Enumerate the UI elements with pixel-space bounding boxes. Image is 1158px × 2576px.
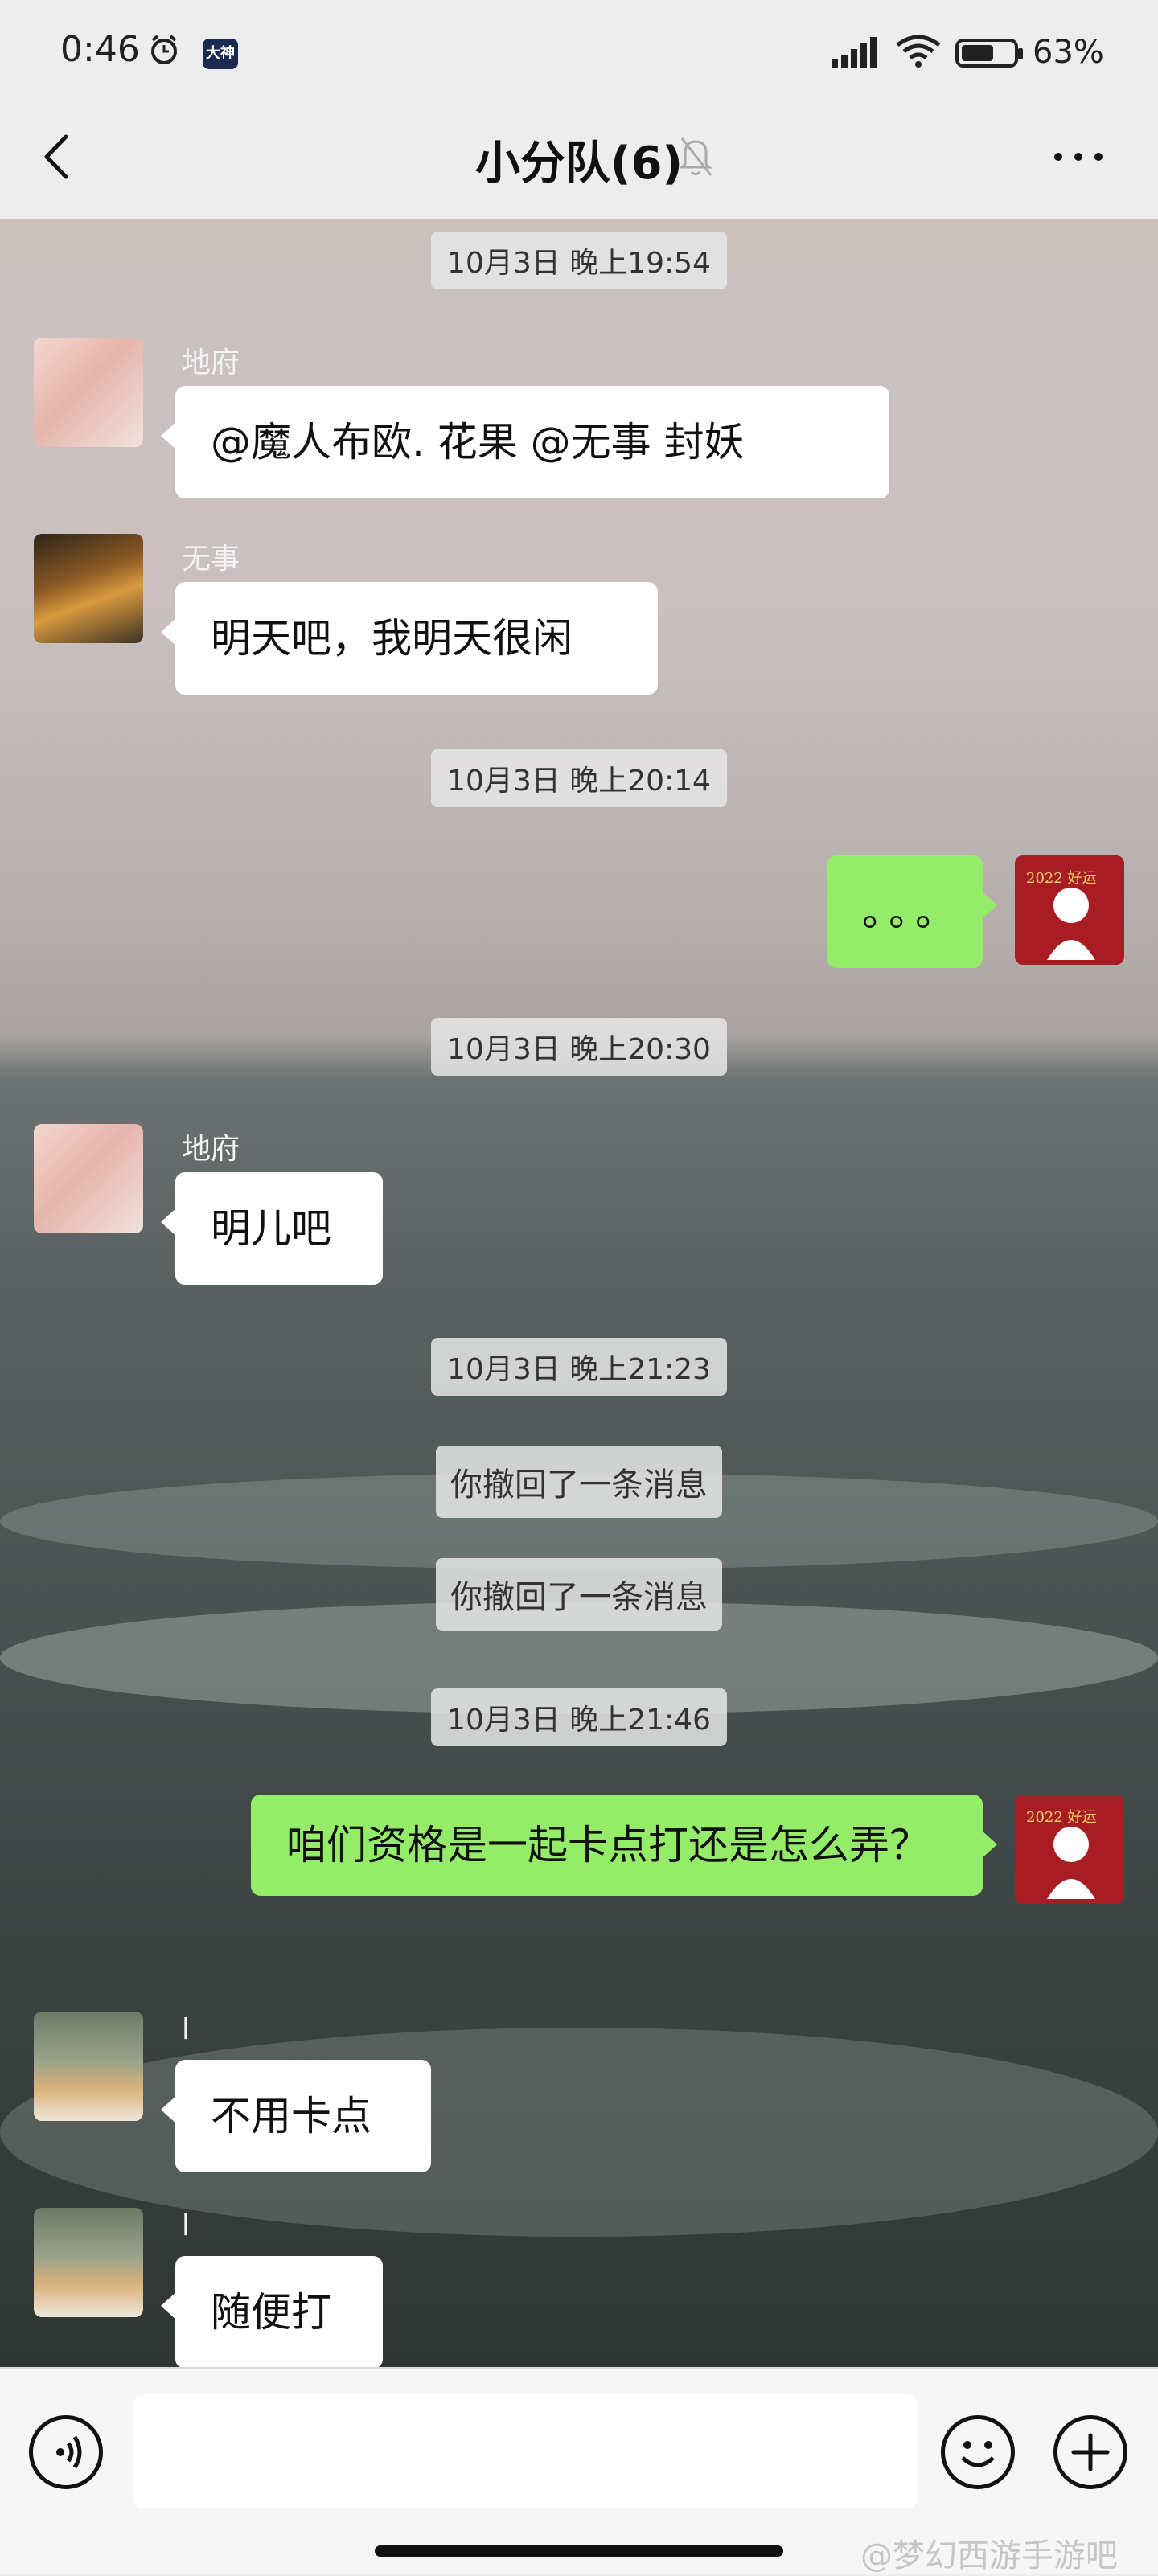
emoji-button[interactable]: [941, 2415, 1015, 2489]
status-bar: 0:46 大神 63%: [0, 0, 1158, 105]
message-input[interactable]: [133, 2394, 917, 2508]
battery-icon: [955, 39, 1023, 68]
more-actions-button[interactable]: [1053, 2415, 1127, 2489]
chat-messages[interactable]: 10月3日 晚上19:54 地府 @魔人布欧. 花果 @无事 封妖 无事 明天吧…: [0, 219, 1158, 2367]
sender-name: 地府: [182, 347, 240, 379]
chat-title: 小分队(6): [474, 137, 684, 190]
signal-icon: [832, 37, 877, 68]
sender-name: l: [182, 2013, 191, 2046]
avatar-difu[interactable]: [34, 1124, 143, 1233]
background-wave: [0, 2028, 1158, 2237]
message-bubble[interactable]: 随便打: [161, 2256, 383, 2367]
sender-name: l: [182, 2209, 191, 2242]
timestamp: 10月3日 晚上21:23: [0, 1338, 1158, 1396]
smiley-icon: [961, 2441, 995, 2467]
avatar-figure-icon: [1047, 888, 1095, 960]
more-options-icon[interactable]: [1050, 137, 1107, 177]
watermark: @梦幻西游手游吧: [860, 2537, 1118, 2574]
alarm-icon: [151, 35, 177, 64]
voice-input-button[interactable]: [29, 2415, 103, 2489]
message-bubble[interactable]: 明儿吧: [161, 1172, 383, 1285]
avatar-figure-icon: [1047, 1827, 1095, 1899]
avatar-wushi[interactable]: [34, 534, 143, 643]
timestamp: 10月3日 晚上21:46: [0, 1688, 1158, 1746]
chat-title-wrap: 小分队(6): [0, 127, 1158, 192]
avatar-l[interactable]: [34, 2012, 143, 2121]
app-badge-icon: 大神: [203, 39, 238, 69]
voice-wave-icon: [56, 2435, 82, 2469]
message-bubble[interactable]: @魔人布欧. 花果 @无事 封妖: [161, 386, 889, 498]
message-bubble[interactable]: 咱们资格是一起卡点打还是怎么弄？: [251, 1795, 997, 1896]
avatar-self[interactable]: 2022 好运: [1015, 855, 1124, 965]
timestamp: 10月3日 晚上20:14: [0, 749, 1158, 807]
avatar-self[interactable]: 2022 好运: [1015, 1795, 1124, 1904]
battery-percent: 63%: [1033, 34, 1104, 71]
status-time: 0:46: [60, 29, 140, 70]
chat-header: 小分队(6): [0, 105, 1158, 219]
recall-notice: 你撤回了一条消息: [0, 1446, 1158, 1518]
sender-name: 地府: [182, 1133, 240, 1166]
recall-notice: 你撤回了一条消息: [0, 1558, 1158, 1631]
message-bubble[interactable]: 。。。: [827, 855, 997, 968]
avatar-difu[interactable]: [34, 338, 143, 447]
sender-name: 无事: [182, 543, 240, 576]
message-bubble[interactable]: 明天吧，我明天很闲: [161, 582, 658, 695]
plus-icon: [1071, 2433, 1110, 2471]
home-indicator[interactable]: [375, 2545, 783, 2557]
avatar-l[interactable]: [34, 2208, 143, 2317]
mute-bell-icon: [679, 137, 712, 176]
timestamp: 10月3日 晚上20:30: [0, 1018, 1158, 1076]
message-bubble[interactable]: 不用卡点: [161, 2060, 431, 2172]
wifi-icon: [896, 35, 941, 68]
input-bar: @梦幻西游手游吧: [0, 2367, 1158, 2574]
timestamp: 10月3日 晚上19:54: [0, 232, 1158, 289]
